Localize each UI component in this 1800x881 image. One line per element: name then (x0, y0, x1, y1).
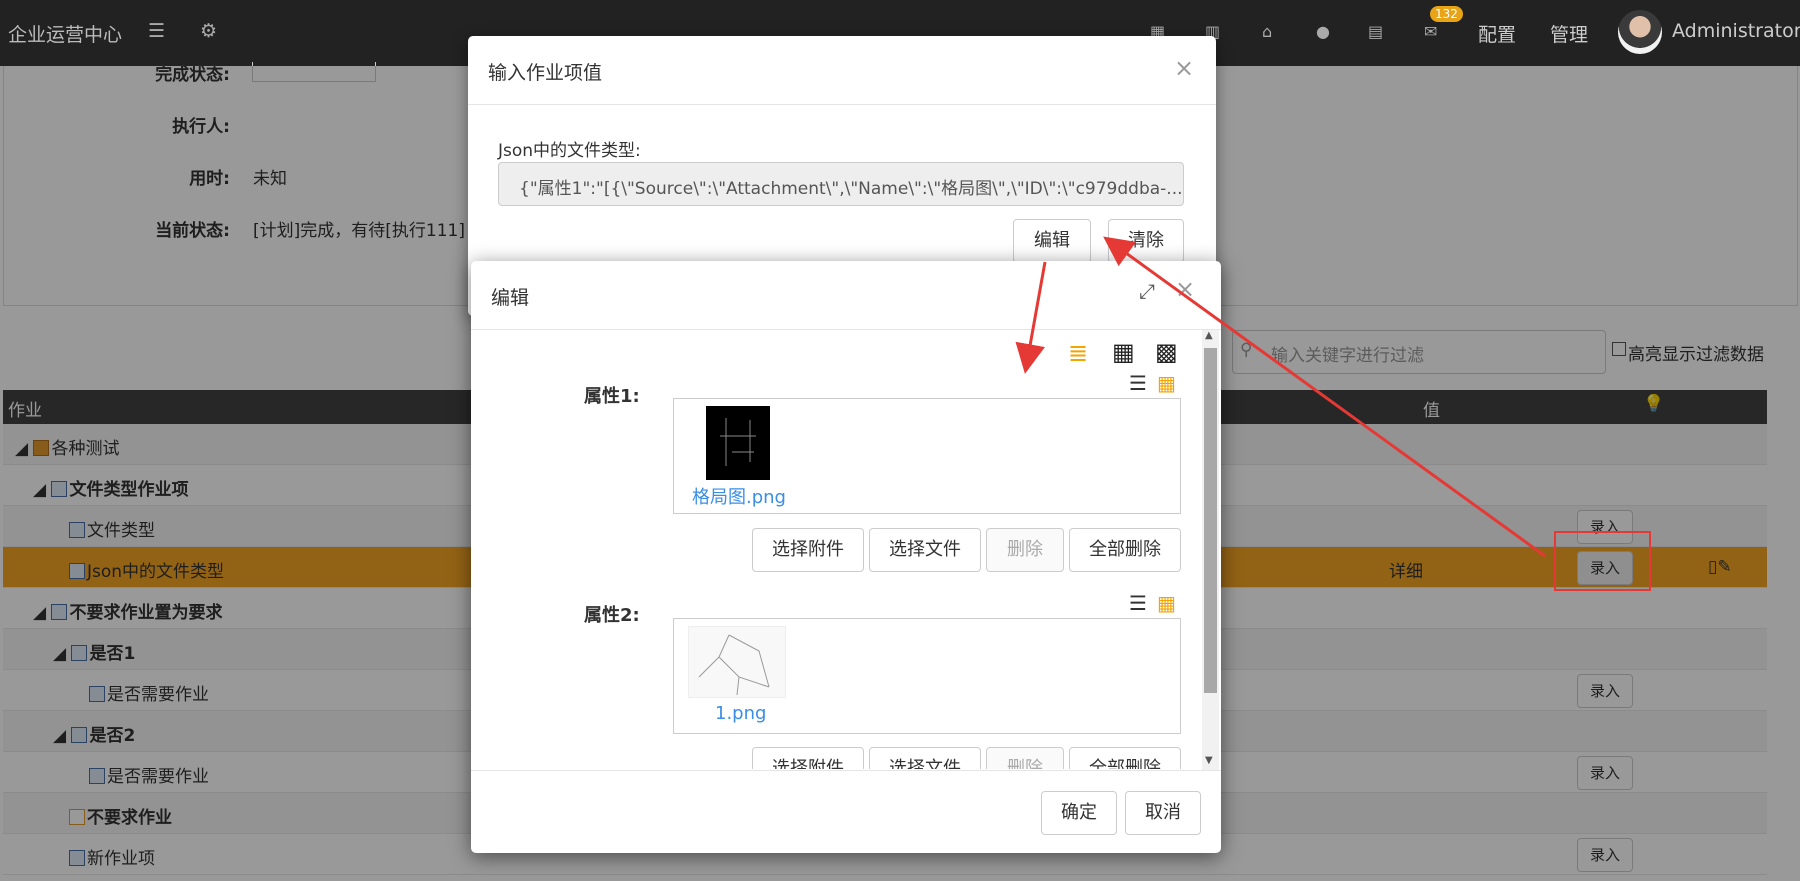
arrow-to-edit-button (1103, 236, 1546, 558)
arrow-to-edit-dialog (1015, 261, 1047, 374)
annotation-arrows (1015, 236, 1546, 558)
